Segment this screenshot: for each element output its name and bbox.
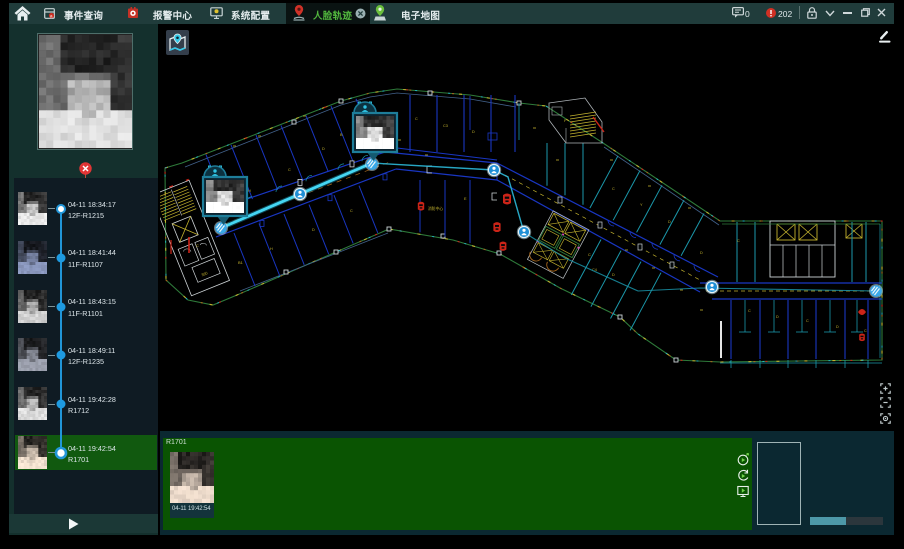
svg-text:C: C: [748, 309, 751, 313]
svg-text:D: D: [472, 130, 475, 134]
svg-text:D: D: [312, 228, 315, 232]
svg-text:D: D: [668, 220, 671, 224]
svg-text:H: H: [248, 189, 251, 193]
svg-text:C: C: [612, 187, 615, 191]
svg-text:Y: Y: [640, 203, 643, 207]
svg-text:D: D: [836, 325, 839, 329]
svg-text:D: D: [612, 273, 615, 277]
svg-text:B1: B1: [238, 260, 244, 265]
svg-text:C: C: [415, 117, 418, 121]
svg-text:C3: C3: [443, 124, 448, 128]
svg-text:C: C: [864, 329, 867, 333]
svg-text:C: C: [737, 239, 740, 243]
svg-text:E: E: [464, 197, 467, 201]
svg-text:360: 360: [201, 271, 208, 277]
svg-text:C: C: [588, 253, 591, 257]
svg-text:C: C: [288, 168, 291, 172]
svg-text:C: C: [196, 243, 199, 248]
svg-text:C: C: [350, 209, 353, 213]
svg-text:D: D: [322, 147, 325, 151]
svg-text:D: D: [700, 251, 703, 255]
svg-text:消防中心: 消防中心: [428, 206, 443, 211]
svg-text:C: C: [806, 319, 809, 323]
svg-text:D: D: [776, 315, 779, 319]
svg-text:H: H: [270, 247, 273, 251]
